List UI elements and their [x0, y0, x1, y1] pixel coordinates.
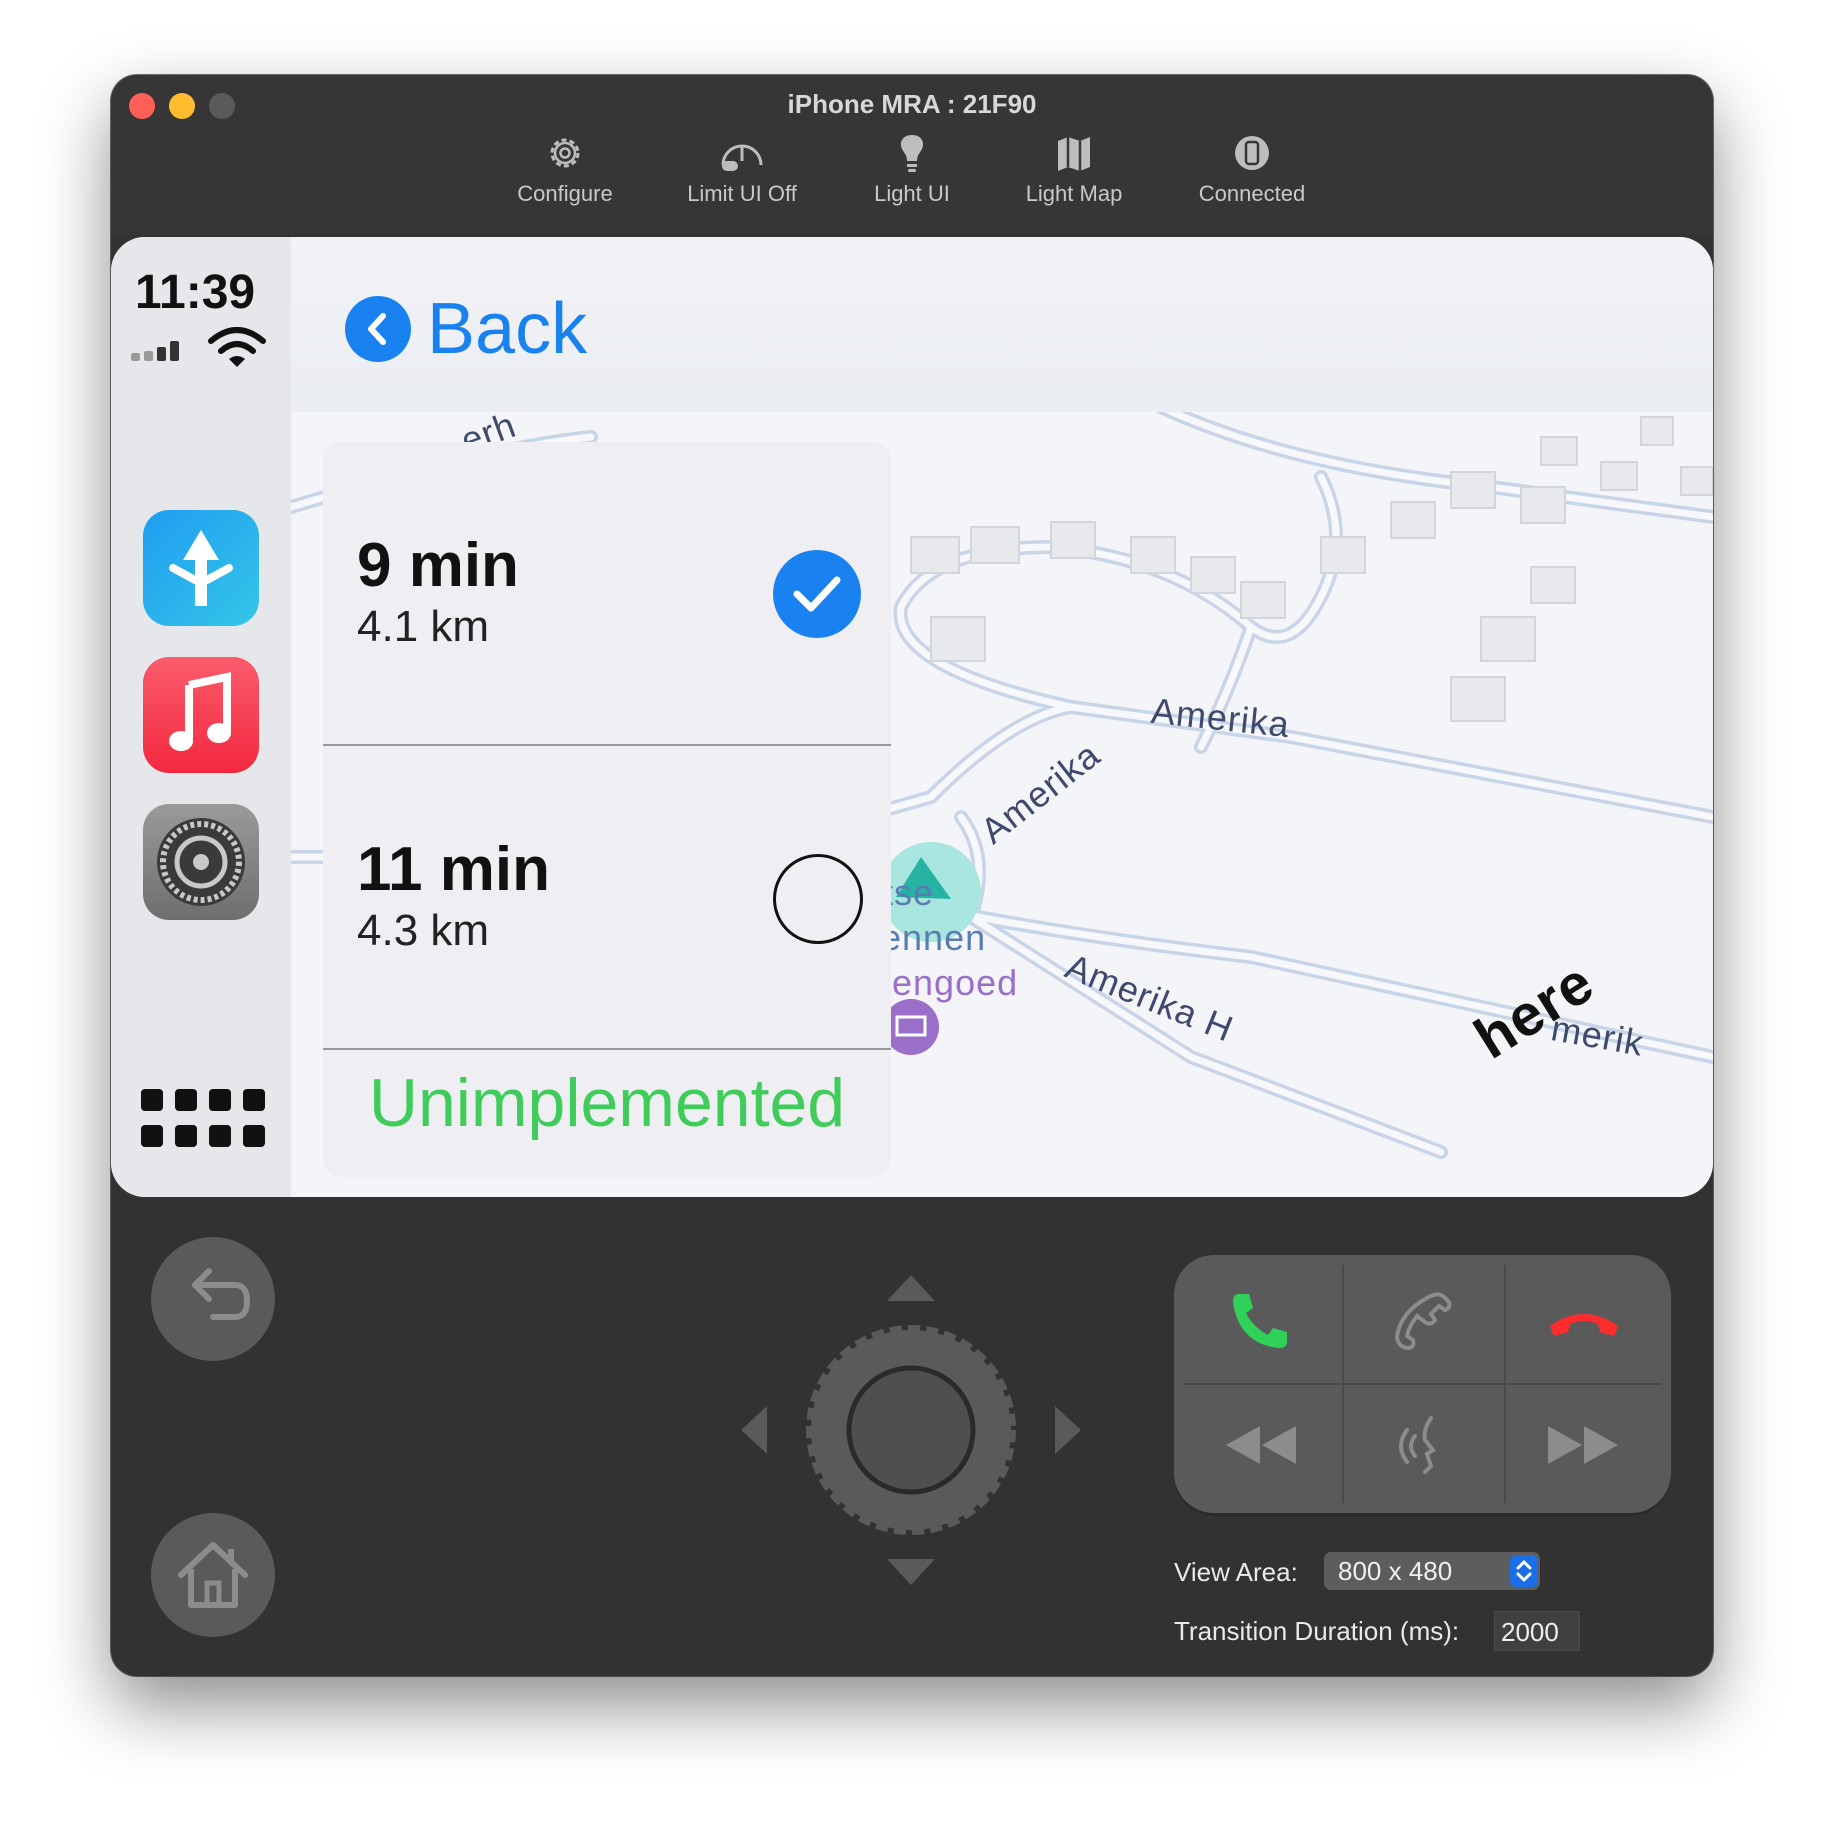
light-ui-button[interactable]: Light UI	[837, 131, 987, 207]
home-icon	[178, 1542, 248, 1608]
configure-label: Configure	[517, 181, 613, 206]
hangup-icon	[1550, 1314, 1618, 1336]
wifi-icon	[208, 327, 266, 367]
configure-button[interactable]: Configure	[490, 131, 640, 207]
chevron-up-down-icon	[1510, 1555, 1538, 1587]
transition-duration-label: Transition Duration (ms):	[1174, 1616, 1460, 1646]
radio-unchecked-icon	[773, 854, 863, 944]
divider	[323, 1048, 891, 1050]
checkmark-icon	[773, 550, 861, 638]
toolbar: Configure Limit UI Off Light UI Light Ma…	[111, 131, 1713, 221]
carplay-screen: Amerika Amerika Amerika H merik tse enne…	[111, 237, 1713, 1197]
voice-control-button[interactable]	[1342, 1385, 1502, 1505]
iphone-icon	[1235, 136, 1269, 170]
music-app-icon[interactable]	[143, 657, 259, 773]
light-map-label: Light Map	[1025, 181, 1123, 206]
map-icon	[1058, 137, 1090, 171]
hang-up-button[interactable]	[1504, 1261, 1664, 1381]
place-label: ennen	[881, 917, 987, 958]
route-duration: 11 min	[357, 835, 550, 904]
call-alt-button[interactable]	[1342, 1261, 1502, 1381]
route-options-panel: 9 min 4.1 km 11 min 4.3 km Unimplemented	[323, 442, 891, 1177]
app-grid-icon[interactable]	[141, 1089, 265, 1158]
view-area-select[interactable]: 800 x 480	[1324, 1552, 1540, 1590]
connected-button[interactable]: Connected	[1177, 131, 1327, 207]
route-duration: 9 min	[357, 531, 519, 600]
phone-outline-icon	[1394, 1292, 1452, 1351]
route-distance: 4.3 km	[357, 906, 490, 955]
fast-forward-icon	[1548, 1426, 1618, 1464]
unimplemented-button[interactable]: Unimplemented	[323, 1064, 891, 1142]
carplay-dock: 11:39	[111, 237, 291, 1197]
down-arrow-icon	[887, 1559, 935, 1585]
transition-duration-field[interactable]: 2000	[1494, 1611, 1580, 1651]
voice-icon	[1399, 1416, 1436, 1474]
light-ui-label: Light UI	[874, 181, 950, 206]
back-button[interactable]: Back	[345, 289, 587, 369]
route-distance: 4.1 km	[357, 602, 490, 651]
home-hardware-button[interactable]	[151, 1513, 275, 1637]
view-area-value: 800 x 480	[1338, 1556, 1453, 1586]
simulator-window: iPhone MRA : 21F90 Configure Limit UI Of…	[111, 75, 1713, 1676]
maps-app-icon[interactable]	[143, 510, 259, 626]
left-arrow-icon	[741, 1406, 767, 1454]
rotary-knob[interactable]	[731, 1275, 1091, 1605]
limit-ui-button[interactable]: Limit UI Off	[667, 131, 817, 207]
right-arrow-icon	[1055, 1406, 1081, 1454]
settings-app-icon[interactable]	[143, 804, 259, 920]
speedometer-icon	[721, 144, 763, 171]
window-title: iPhone MRA : 21F90	[787, 89, 1037, 119]
place-label: tengoed	[881, 962, 1019, 1003]
up-arrow-icon	[887, 1275, 935, 1301]
back-label: Back	[427, 289, 588, 369]
title-bar: iPhone MRA : 21F90 Configure Limit UI Of…	[111, 75, 1713, 235]
clock: 11:39	[135, 266, 256, 319]
gear-icon	[550, 138, 580, 168]
lightbulb-icon	[900, 135, 924, 172]
signal-icon	[131, 341, 179, 361]
undo-arrow-icon	[192, 1268, 251, 1320]
fast-forward-button[interactable]	[1504, 1385, 1664, 1505]
view-area-label: View Area:	[1174, 1557, 1298, 1587]
connected-label: Connected	[1198, 181, 1306, 206]
route-option[interactable]: 9 min 4.1 km	[323, 442, 891, 744]
back-hardware-button[interactable]	[151, 1237, 275, 1361]
chevron-left-icon	[345, 296, 411, 362]
call-button[interactable]	[1180, 1261, 1340, 1381]
phone-media-controls	[1174, 1255, 1671, 1513]
light-map-button[interactable]: Light Map	[999, 131, 1149, 207]
rewind-button[interactable]	[1180, 1385, 1340, 1505]
transition-duration-value: 2000	[1501, 1617, 1559, 1647]
nav-header: Back	[291, 237, 1713, 412]
route-option[interactable]: 11 min 4.3 km	[323, 746, 891, 1048]
limit-ui-label: Limit UI Off	[687, 181, 797, 206]
rewind-icon	[1226, 1426, 1296, 1464]
phone-icon	[1233, 1294, 1287, 1348]
